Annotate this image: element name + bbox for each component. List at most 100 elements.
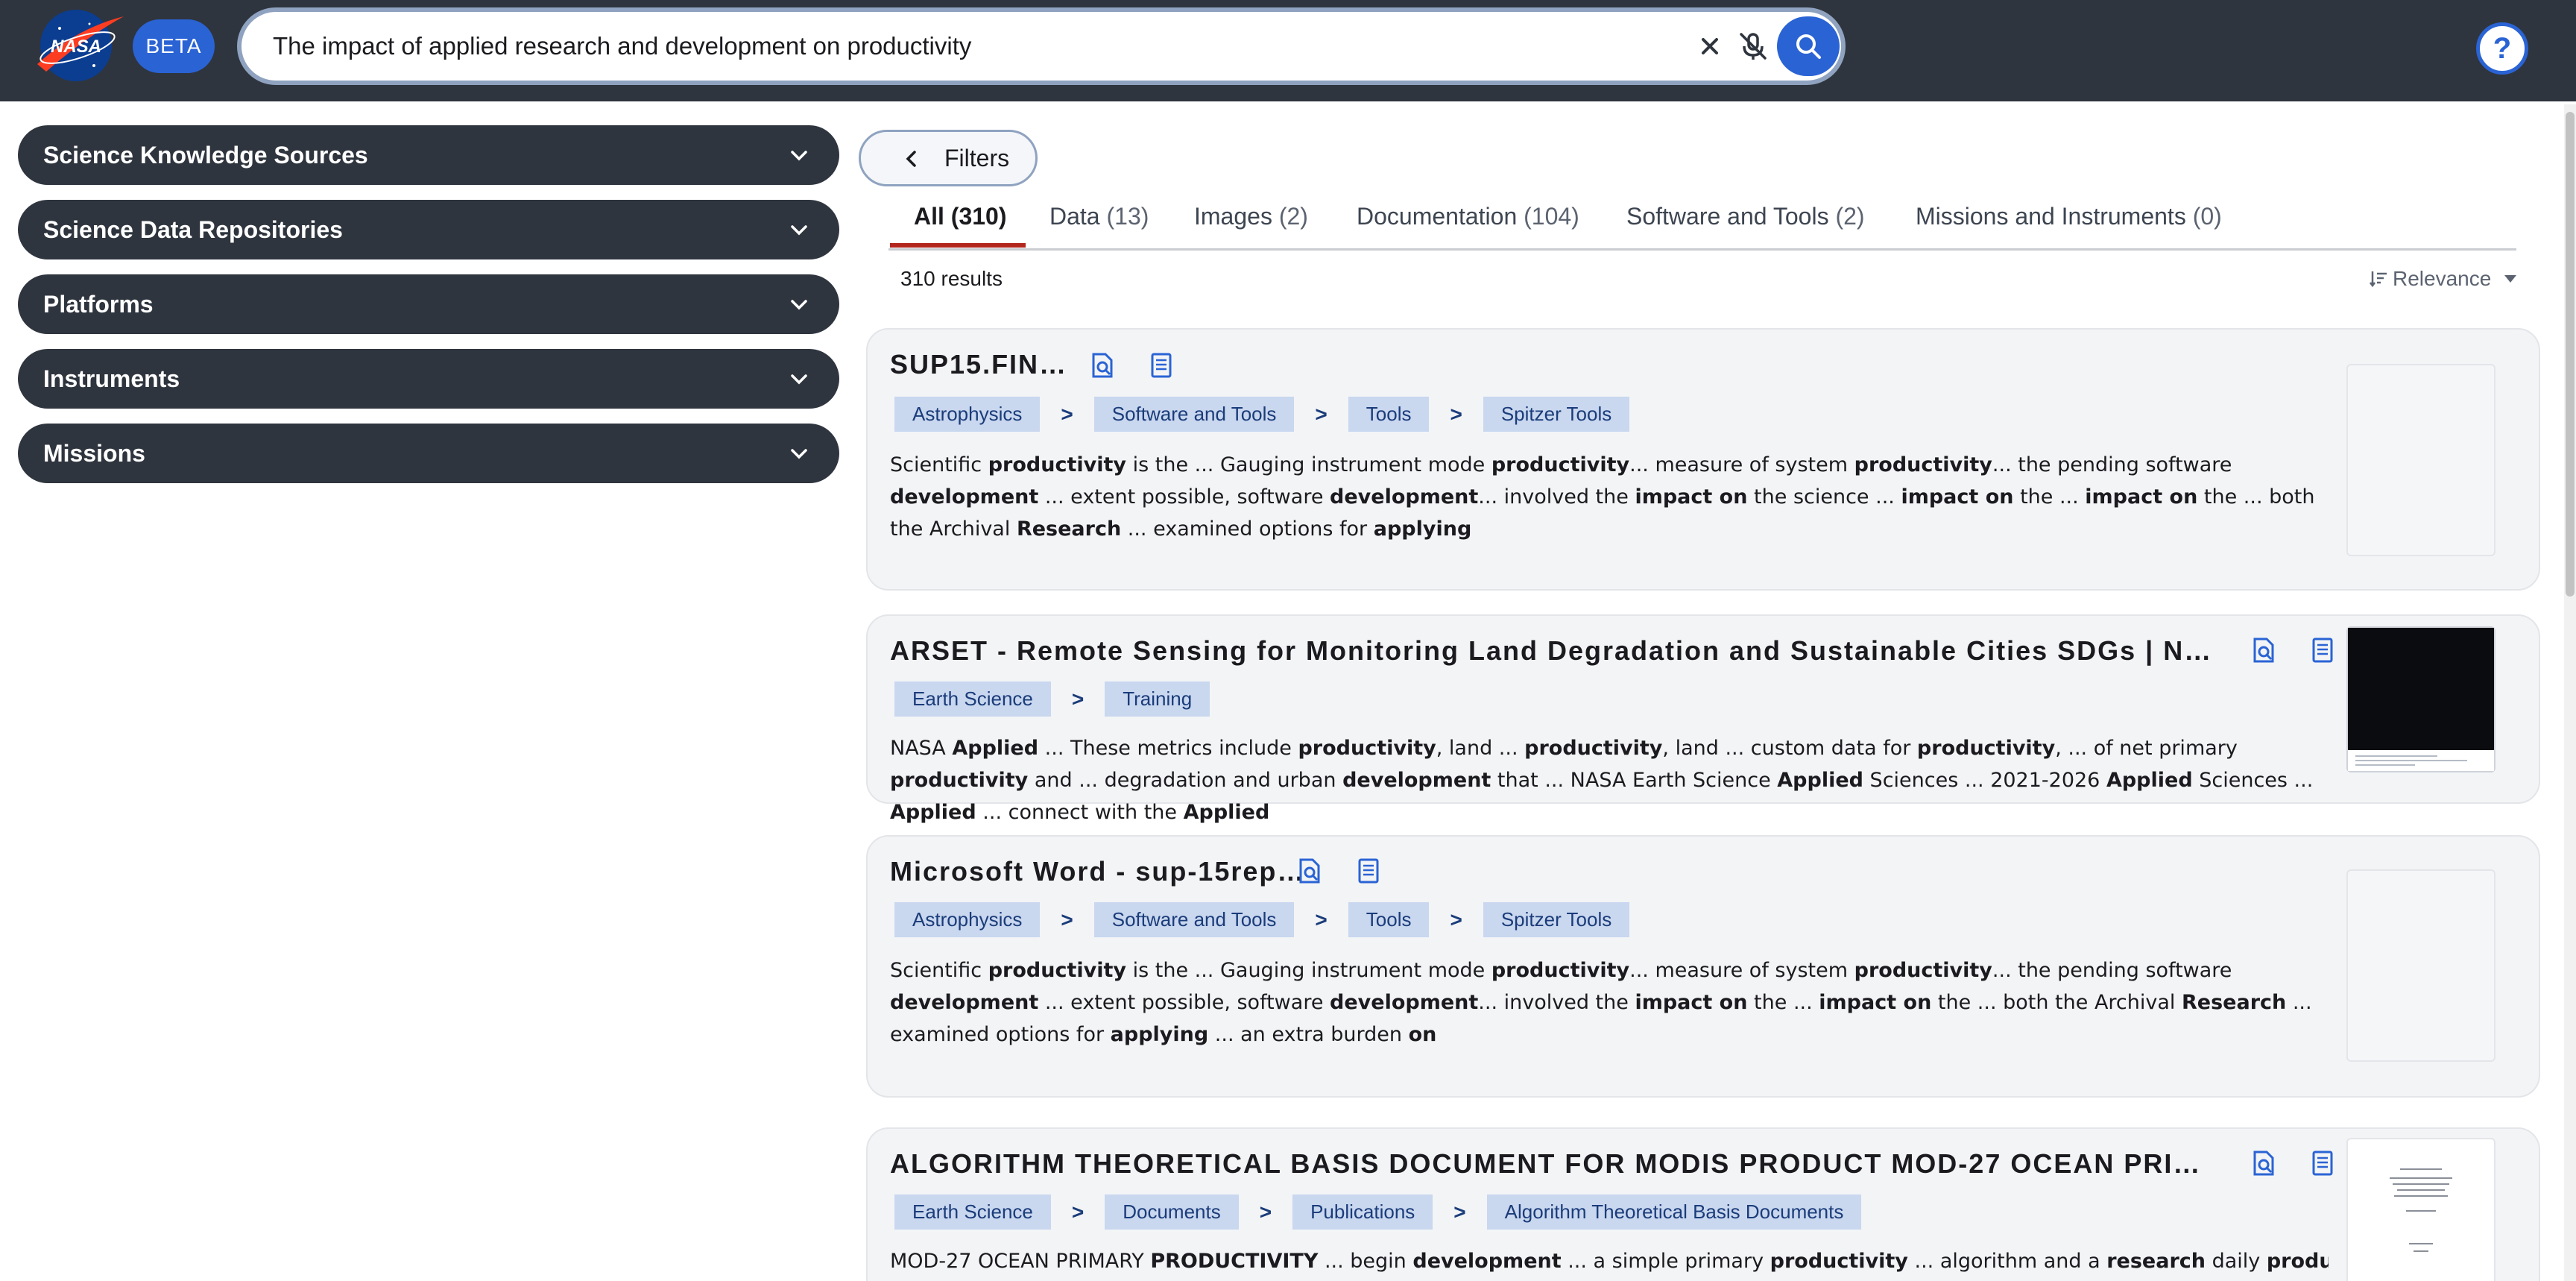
preview-button[interactable]: [2250, 1148, 2279, 1178]
breadcrumb-separator: >: [1453, 1200, 1466, 1224]
tab-label: Software and Tools: [1626, 203, 1829, 230]
sort-label: Relevance: [2393, 267, 2492, 290]
preview-button[interactable]: [2250, 635, 2279, 665]
chevron-down-icon: [791, 151, 807, 161]
beta-badge: BETA: [133, 19, 215, 73]
document-icon: [2312, 1151, 2333, 1176]
result-thumbnail[interactable]: [2346, 1138, 2496, 1281]
tab-all[interactable]: All (310): [914, 203, 1006, 230]
result-thumbnail[interactable]: [2346, 364, 2496, 556]
tab-label: All: [914, 203, 944, 230]
result-snippet: Scientific productivity is the ... Gaugi…: [890, 453, 2315, 541]
details-button[interactable]: [1146, 350, 1176, 380]
tab-images[interactable]: Images (2): [1194, 203, 1308, 230]
accordion-label: Science Knowledge Sources: [43, 141, 368, 169]
tab-count: (104): [1524, 203, 1579, 230]
document-icon: [1151, 353, 1172, 378]
result-thumbnail[interactable]: [2346, 869, 2496, 1062]
breadcrumb-item[interactable]: Software and Tools: [1093, 902, 1295, 937]
mic-off-icon: [1740, 33, 1767, 60]
caret-down-icon: [2504, 275, 2517, 283]
filter-sidebar: Science Knowledge Sources Science Data R…: [18, 125, 839, 498]
breadcrumb-item[interactable]: Training: [1105, 682, 1210, 717]
breadcrumb-separator: >: [1259, 1200, 1272, 1224]
results-count: 310 results: [900, 267, 1003, 290]
search-icon: [1796, 34, 1821, 59]
preview-button[interactable]: [1088, 350, 1118, 380]
chevron-down-icon: [791, 374, 807, 385]
breadcrumb-separator: >: [1061, 907, 1073, 931]
accordion-instruments[interactable]: Instruments: [18, 349, 839, 409]
accordion-science-knowledge-sources[interactable]: Science Knowledge Sources: [18, 125, 839, 185]
breadcrumb: Astrophysics > Software and Tools > Tool…: [894, 902, 1630, 937]
accordion-label: Missions: [43, 439, 145, 467]
tab-software-and-tools[interactable]: Software and Tools (2): [1626, 203, 1865, 230]
breadcrumb-item[interactable]: Earth Science: [894, 682, 1051, 717]
voice-search-button[interactable]: [1732, 25, 1774, 67]
breadcrumb-item[interactable]: Publications: [1292, 1195, 1433, 1230]
breadcrumb-item[interactable]: Algorithm Theoretical Basis Documents: [1486, 1195, 1862, 1230]
clear-search-button[interactable]: [1695, 31, 1725, 61]
tab-count: (2): [1278, 203, 1308, 230]
result-thumbnail[interactable]: [2346, 626, 2496, 772]
tab-count: (2): [1835, 203, 1865, 230]
breadcrumb-item[interactable]: Spitzer Tools: [1483, 397, 1630, 432]
tab-missions-and-instruments[interactable]: Missions and Instruments (0): [1916, 203, 2222, 230]
accordion-label: Instruments: [43, 365, 180, 392]
chevron-down-icon: [791, 300, 807, 310]
breadcrumb-separator: >: [1071, 1200, 1085, 1224]
breadcrumb-item[interactable]: Astrophysics: [894, 397, 1041, 432]
tab-label: Documentation: [1357, 203, 1518, 230]
nasa-logo[interactable]: NASA: [31, 6, 127, 85]
breadcrumb-separator: >: [1450, 907, 1462, 931]
accordion-platforms[interactable]: Platforms: [18, 274, 839, 334]
search-button[interactable]: [1777, 16, 1840, 76]
filters-label: Filters: [944, 144, 1010, 171]
preview-button[interactable]: [1295, 856, 1325, 886]
breadcrumb-item[interactable]: Tools: [1348, 902, 1430, 937]
tab-label: Missions and Instruments: [1916, 203, 2186, 230]
breadcrumb-item[interactable]: Documents: [1105, 1195, 1239, 1230]
breadcrumb-item[interactable]: Tools: [1348, 397, 1430, 432]
details-button[interactable]: [1354, 856, 1383, 886]
result-title[interactable]: ALGORITHM THEORETICAL BASIS DOCUMENT FOR…: [890, 1148, 2217, 1180]
svg-text:NASA: NASA: [51, 37, 101, 57]
filters-toggle-button[interactable]: Filters: [859, 130, 1038, 186]
result-card[interactable]: Microsoft Word - sup-15rept.txt Astrophy…: [866, 835, 2540, 1098]
preview-search-icon: [2253, 1151, 2274, 1176]
result-card[interactable]: SUP15.FINAL1 Astrophysics > Software and…: [866, 328, 2540, 591]
result-snippet: Scientific productivity is the ... Gaugi…: [890, 959, 2312, 1046]
tab-data[interactable]: Data (13): [1049, 203, 1149, 230]
tab-count: (310): [950, 203, 1007, 230]
breadcrumb-item[interactable]: Software and Tools: [1093, 397, 1295, 432]
breadcrumb-separator: >: [1071, 687, 1085, 711]
details-button[interactable]: [2308, 1148, 2337, 1178]
document-icon: [2312, 638, 2333, 663]
result-title[interactable]: ARSET - Remote Sensing for Monitoring La…: [890, 635, 2224, 667]
accordion-missions[interactable]: Missions: [18, 424, 839, 483]
active-tab-indicator: [890, 243, 1026, 248]
breadcrumb-item[interactable]: Astrophysics: [894, 902, 1041, 937]
result-title[interactable]: Microsoft Word - sup-15rept.txt: [890, 856, 1307, 887]
result-title[interactable]: SUP15.FINAL1: [890, 349, 1069, 380]
close-icon: [1702, 38, 1718, 54]
accordion-label: Science Data Repositories: [43, 215, 343, 243]
accordion-science-data-repositories[interactable]: Science Data Repositories: [18, 200, 839, 259]
page-scrollbar-thumb[interactable]: [2566, 112, 2575, 597]
breadcrumb-item[interactable]: Spitzer Tools: [1483, 902, 1630, 937]
breadcrumb: Earth Science > Documents > Publications…: [894, 1195, 1862, 1230]
search-bar: [237, 7, 1846, 85]
top-bar: NASA BETA ?: [0, 0, 2576, 101]
help-icon: ?: [2493, 31, 2512, 65]
search-input[interactable]: [273, 27, 1614, 66]
breadcrumb: Earth Science > Training: [894, 682, 1210, 717]
breadcrumb-item[interactable]: Earth Science: [894, 1195, 1051, 1230]
sort-dropdown[interactable]: Relevance: [2369, 267, 2517, 291]
details-button[interactable]: [2308, 635, 2337, 665]
tab-documentation[interactable]: Documentation (104): [1357, 203, 1579, 230]
result-card[interactable]: ALGORITHM THEORETICAL BASIS DOCUMENT FOR…: [866, 1127, 2540, 1281]
help-button[interactable]: ?: [2476, 22, 2528, 75]
result-card[interactable]: ARSET - Remote Sensing for Monitoring La…: [866, 614, 2540, 824]
document-icon: [1358, 858, 1379, 884]
chevron-down-icon: [791, 449, 807, 459]
